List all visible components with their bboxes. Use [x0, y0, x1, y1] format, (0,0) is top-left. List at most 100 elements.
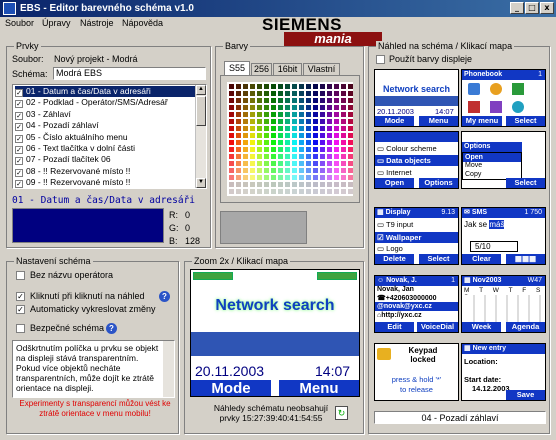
palette-swatch[interactable]: [299, 147, 304, 152]
palette-swatch[interactable]: [257, 161, 262, 166]
palette-swatch[interactable]: [313, 140, 318, 145]
palette-swatch[interactable]: [264, 126, 269, 131]
palette-swatch[interactable]: [278, 182, 283, 187]
palette-swatch[interactable]: [257, 133, 262, 138]
palette-swatch[interactable]: [285, 126, 290, 131]
palette-swatch[interactable]: [236, 91, 241, 96]
palette-swatch[interactable]: [306, 133, 311, 138]
palette-swatch[interactable]: [236, 119, 241, 124]
palette-swatch[interactable]: [257, 112, 262, 117]
palette-swatch[interactable]: [278, 140, 283, 145]
element-checkbox[interactable]: ✓: [15, 146, 23, 154]
element-list-item[interactable]: ✓ 06 - Text tlačítka v dolní části: [15, 143, 195, 154]
palette-swatch[interactable]: [341, 105, 346, 110]
palette-swatch[interactable]: [285, 119, 290, 124]
color-palette[interactable]: [227, 82, 353, 196]
palette-swatch[interactable]: [264, 91, 269, 96]
refresh-icon[interactable]: ↻: [335, 406, 348, 420]
palette-swatch[interactable]: [299, 140, 304, 145]
palette-swatch[interactable]: [327, 126, 332, 131]
palette-swatch[interactable]: [334, 147, 339, 152]
palette-swatch[interactable]: [271, 112, 276, 117]
tab-vlastni[interactable]: Vlastní: [303, 63, 340, 75]
palette-swatch[interactable]: [341, 119, 346, 124]
palette-swatch[interactable]: [236, 182, 241, 187]
palette-swatch[interactable]: [320, 105, 325, 110]
palette-swatch[interactable]: [292, 84, 297, 89]
palette-swatch[interactable]: [313, 91, 318, 96]
tab-256[interactable]: 256: [251, 63, 272, 75]
palette-swatch[interactable]: [250, 112, 255, 117]
palette-swatch[interactable]: [320, 168, 325, 173]
palette-swatch[interactable]: [299, 119, 304, 124]
palette-swatch[interactable]: [292, 133, 297, 138]
palette-swatch[interactable]: [264, 112, 269, 117]
palette-swatch[interactable]: [313, 112, 318, 117]
palette-swatch[interactable]: [292, 140, 297, 145]
palette-swatch[interactable]: [278, 126, 283, 131]
palette-swatch[interactable]: [306, 182, 311, 187]
element-checkbox[interactable]: ✓: [15, 168, 23, 177]
palette-swatch[interactable]: [320, 147, 325, 152]
palette-swatch[interactable]: [313, 119, 318, 124]
palette-swatch[interactable]: [285, 112, 290, 117]
palette-swatch[interactable]: [229, 133, 234, 138]
palette-swatch[interactable]: [257, 175, 262, 180]
palette-swatch[interactable]: [236, 154, 241, 159]
palette-swatch[interactable]: [306, 126, 311, 131]
palette-swatch[interactable]: [264, 119, 269, 124]
element-list-item[interactable]: ✓ 08 - !! Rezervované místo !!: [15, 166, 195, 177]
palette-swatch[interactable]: [341, 154, 346, 159]
palette-swatch[interactable]: [243, 126, 248, 131]
palette-swatch[interactable]: [341, 133, 346, 138]
palette-swatch[interactable]: [257, 189, 262, 194]
maximize-button[interactable]: □: [525, 2, 539, 14]
help-icon[interactable]: ?: [159, 291, 170, 302]
palette-swatch[interactable]: [299, 168, 304, 173]
palette-swatch[interactable]: [264, 182, 269, 187]
palette-swatch[interactable]: [299, 161, 304, 166]
palette-swatch[interactable]: [250, 126, 255, 131]
scroll-down-icon[interactable]: ▼: [196, 178, 206, 188]
palette-swatch[interactable]: [306, 84, 311, 89]
palette-swatch[interactable]: [327, 161, 332, 166]
palette-swatch[interactable]: [306, 98, 311, 103]
preview-mainmenu[interactable]: Phonebook 1 My menu Select: [461, 69, 546, 127]
palette-swatch[interactable]: [243, 161, 248, 166]
palette-swatch[interactable]: [250, 98, 255, 103]
palette-swatch[interactable]: [236, 175, 241, 180]
palette-swatch[interactable]: [292, 168, 297, 173]
element-list-item[interactable]: ✓ 03 - Záhlaví: [15, 109, 195, 120]
preview-calendar[interactable]: ▦ Nov2003 W47 M T W T F S S Week Agenda: [461, 275, 546, 333]
palette-swatch[interactable]: [229, 168, 234, 173]
palette-swatch[interactable]: [257, 119, 262, 124]
palette-swatch[interactable]: [334, 119, 339, 124]
palette-swatch[interactable]: [229, 91, 234, 96]
palette-swatch[interactable]: [278, 175, 283, 180]
palette-swatch[interactable]: [236, 98, 241, 103]
palette-swatch[interactable]: [348, 126, 353, 131]
palette-swatch[interactable]: [243, 91, 248, 96]
palette-swatch[interactable]: [313, 154, 318, 159]
palette-swatch[interactable]: [285, 105, 290, 110]
palette-swatch[interactable]: [306, 168, 311, 173]
palette-swatch[interactable]: [334, 98, 339, 103]
palette-swatch[interactable]: [243, 182, 248, 187]
palette-swatch[interactable]: [292, 189, 297, 194]
palette-swatch[interactable]: [348, 168, 353, 173]
palette-swatch[interactable]: [313, 133, 318, 138]
palette-swatch[interactable]: [292, 147, 297, 152]
palette-swatch[interactable]: [229, 154, 234, 159]
palette-swatch[interactable]: [348, 182, 353, 187]
palette-swatch[interactable]: [271, 84, 276, 89]
palette-swatch[interactable]: [327, 189, 332, 194]
palette-swatch[interactable]: [264, 168, 269, 173]
palette-swatch[interactable]: [236, 105, 241, 110]
palette-swatch[interactable]: [313, 84, 318, 89]
palette-swatch[interactable]: [292, 154, 297, 159]
tab-s55[interactable]: S55: [224, 61, 250, 75]
palette-swatch[interactable]: [278, 147, 283, 152]
palette-swatch[interactable]: [236, 161, 241, 166]
palette-swatch[interactable]: [320, 98, 325, 103]
scroll-up-icon[interactable]: ▲: [196, 85, 206, 95]
